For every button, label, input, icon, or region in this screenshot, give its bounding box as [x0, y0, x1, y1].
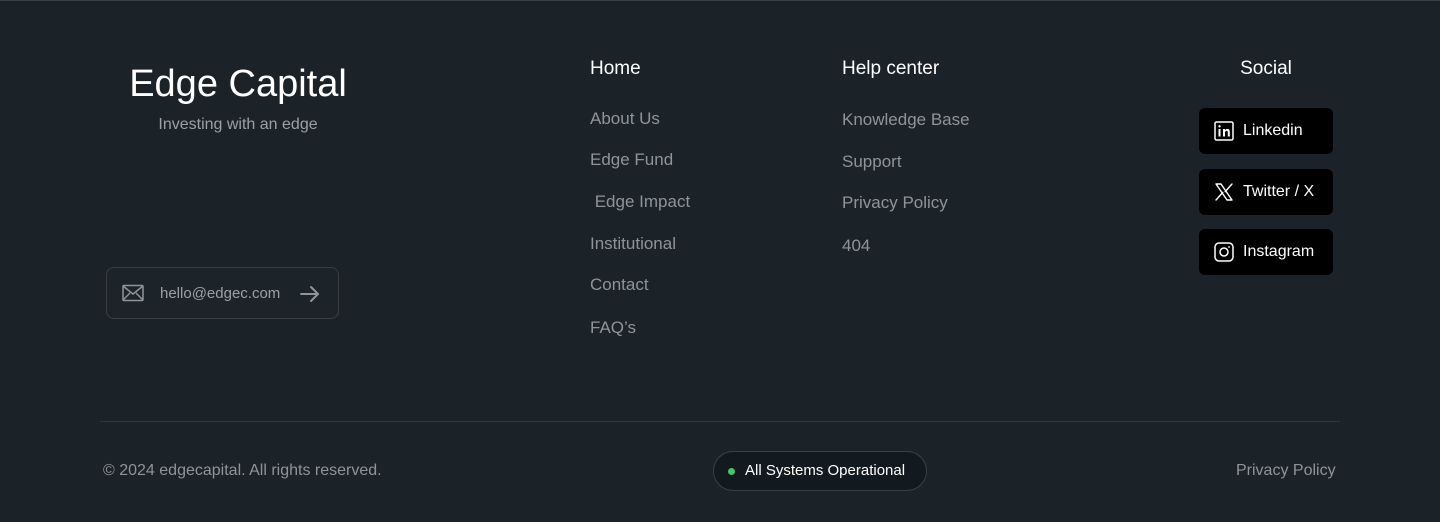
x-icon [1215, 183, 1233, 201]
linkedin-label: Linkedin [1243, 122, 1303, 139]
system-status-badge[interactable]: All Systems Operational [713, 451, 927, 491]
link-knowledge-base[interactable]: Knowledge Base [842, 109, 970, 131]
brand-name[interactable]: Edge Capital [108, 61, 368, 107]
link-institutional[interactable]: Institutional [590, 233, 676, 255]
link-about-us[interactable]: About Us [590, 108, 660, 130]
twitter-x-button[interactable]: Twitter / X [1199, 169, 1333, 215]
brand-tagline: Investing with an edge [158, 116, 318, 133]
link-support[interactable]: Support [842, 151, 902, 173]
linkedin-icon [1214, 121, 1234, 141]
site-footer: Edge Capital Investing with an edge hell… [0, 0, 1440, 522]
footer-divider [100, 421, 1340, 422]
instagram-label: Instagram [1243, 243, 1315, 260]
link-edge-fund[interactable]: Edge Fund [590, 149, 673, 171]
arrow-right-icon[interactable] [299, 283, 321, 305]
status-indicator-dot [728, 468, 735, 475]
link-edge-impact[interactable]: Edge Impact [590, 191, 690, 213]
help-center-heading: Help center [842, 58, 940, 79]
instagram-icon [1214, 242, 1234, 262]
status-label: All Systems Operational [745, 462, 906, 479]
email-address: hello@edgec.com [160, 285, 281, 302]
link-faqs[interactable]: FAQ’s [590, 317, 636, 339]
email-contact-field[interactable]: hello@edgec.com [106, 267, 339, 319]
home-heading[interactable]: Home [590, 57, 641, 81]
twitter-x-label: Twitter / X [1243, 183, 1315, 200]
linkedin-button[interactable]: Linkedin [1199, 108, 1333, 154]
social-heading: Social [1240, 58, 1292, 79]
instagram-button[interactable]: Instagram [1199, 229, 1333, 275]
mail-icon [122, 284, 144, 302]
link-contact[interactable]: Contact [590, 274, 649, 296]
footer-privacy-policy-link[interactable]: Privacy Policy [1236, 461, 1336, 481]
link-404[interactable]: 404 [842, 235, 870, 257]
copyright-text: © 2024 edgecapital. All rights reserved. [103, 462, 382, 479]
link-privacy-policy[interactable]: Privacy Policy [842, 192, 948, 214]
